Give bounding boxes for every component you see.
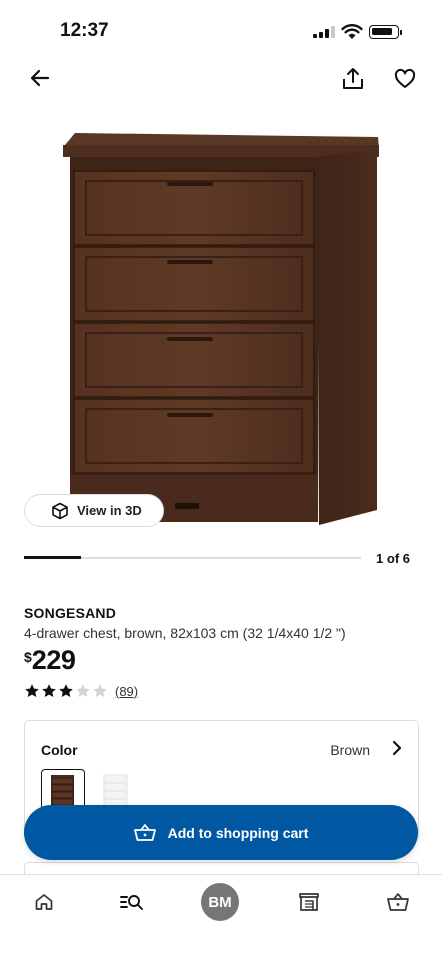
product-image[interactable] xyxy=(55,125,390,530)
gallery-progress-bar xyxy=(24,556,361,559)
add-to-cart-button[interactable]: Add to shopping cart xyxy=(24,805,418,860)
view-in-3d-button[interactable]: View in 3D xyxy=(24,494,164,527)
tab-search[interactable] xyxy=(112,887,152,917)
status-time: 12:37 xyxy=(60,20,109,41)
star-filled-icon xyxy=(25,684,39,697)
store-icon xyxy=(299,893,319,911)
search-icon xyxy=(120,895,143,910)
cellular-signal-icon xyxy=(313,26,335,38)
basket-icon xyxy=(133,823,156,841)
star-empty-icon xyxy=(76,684,90,697)
cube-icon xyxy=(52,502,68,519)
tab-stores[interactable] xyxy=(289,887,329,917)
product-name: SONGESAND xyxy=(24,605,117,621)
tab-bar: BM xyxy=(0,874,442,960)
product-price: $ 229 xyxy=(24,645,76,676)
product-description: 4-drawer chest, brown, 82x103 cm (32 1/4… xyxy=(24,625,346,641)
color-selected-value: Brown xyxy=(330,742,370,758)
color-label: Color xyxy=(41,742,78,758)
home-icon xyxy=(35,894,53,910)
product-rating[interactable]: (89) xyxy=(24,683,138,699)
tab-home[interactable] xyxy=(24,887,64,917)
star-filled-icon xyxy=(59,684,73,697)
favourite-button[interactable] xyxy=(393,67,417,91)
wifi-icon xyxy=(341,24,363,39)
battery-icon xyxy=(369,25,402,39)
gallery-page-indicator: 1 of 6 xyxy=(376,551,410,566)
price-currency: $ xyxy=(24,649,32,665)
arrow-left-icon xyxy=(30,69,50,87)
share-button[interactable] xyxy=(340,66,366,92)
star-filled-icon xyxy=(42,684,56,697)
price-amount: 229 xyxy=(31,645,76,675)
back-button[interactable] xyxy=(28,66,52,90)
share-icon xyxy=(343,68,363,89)
review-count-link[interactable]: (89) xyxy=(115,684,138,699)
tab-cart[interactable] xyxy=(378,887,418,917)
basket-icon xyxy=(387,893,409,911)
add-to-cart-label: Add to shopping cart xyxy=(167,824,309,841)
heart-icon xyxy=(394,68,416,88)
tab-profile-avatar[interactable]: BM xyxy=(201,883,239,921)
chevron-right-icon xyxy=(392,740,402,756)
status-bar: 12:37 xyxy=(0,0,442,60)
star-empty-icon xyxy=(93,684,107,697)
gallery-progress-fill xyxy=(24,556,82,559)
view-in-3d-label: View in 3D xyxy=(77,503,142,518)
